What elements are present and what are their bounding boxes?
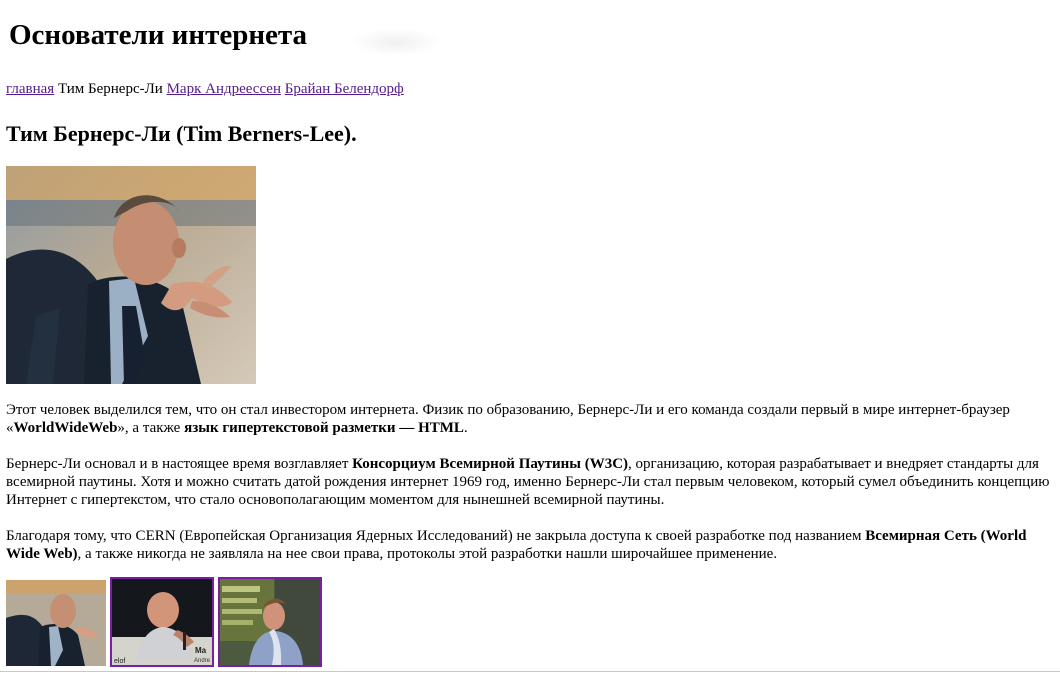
paragraph-cern: Благодаря тому, что CERN (Европейская Ор… xyxy=(6,527,1051,563)
nav-link-marc-andreessen[interactable]: Марк Андреессен xyxy=(167,81,281,97)
top-navigation: главная Тим Бернерс-Ли Марк Андреессен Б… xyxy=(6,80,404,98)
paragraph-w3c: Бернерс-Ли основал и в настоящее время в… xyxy=(6,455,1051,509)
paragraph-1-html-language: язык гипертекстовой разметки — HTML xyxy=(184,420,464,436)
marc-andreessen-thumbnail[interactable]: elof Ma Andre xyxy=(110,577,214,667)
paragraph-3-text-start: Благодаря тому, что CERN (Европейская Ор… xyxy=(6,528,866,544)
thumbnail-caption-andre: Andre xyxy=(194,658,211,664)
paragraph-biography-intro: Этот человек выделился тем, что он стал … xyxy=(6,401,1051,437)
nav-current-tim-berners-lee: Тим Бернерс-Ли xyxy=(57,81,163,97)
page: Основатели интернета главная Тим Бернерс… xyxy=(0,0,1060,674)
tim-berners-lee-thumbnail[interactable] xyxy=(6,580,106,666)
paragraph-2-w3c-name: Консорциум Всемирной Паутины (W3C) xyxy=(352,456,629,472)
bottom-divider xyxy=(0,671,1060,672)
title-shadow-decoration xyxy=(350,28,442,56)
tim-berners-lee-portrait xyxy=(6,166,256,384)
paragraph-2-text-start: Бернерс-Ли основал и в настоящее время в… xyxy=(6,456,353,472)
paragraph-1-text-middle: », а также xyxy=(117,420,185,436)
person-heading: Тим Бернерс-Ли (Tim Berners-Lee). xyxy=(6,121,357,146)
nav-link-home[interactable]: главная xyxy=(6,81,54,97)
paragraph-1-browser-name: WorldWideWeb xyxy=(13,420,118,436)
paragraph-1-text-end: . xyxy=(463,420,468,436)
site-title: Основатели интернета xyxy=(9,19,308,51)
thumbnail-caption-ma: Ma xyxy=(195,646,207,655)
nav-link-brian-behlendorf[interactable]: Брайан Белендорф xyxy=(285,81,404,97)
paragraph-3-text-end: , а также никогда не заявляла на нее сво… xyxy=(77,546,778,562)
brian-behlendorf-thumbnail[interactable] xyxy=(218,577,322,667)
thumbnail-caption-elof: elof xyxy=(114,658,125,665)
